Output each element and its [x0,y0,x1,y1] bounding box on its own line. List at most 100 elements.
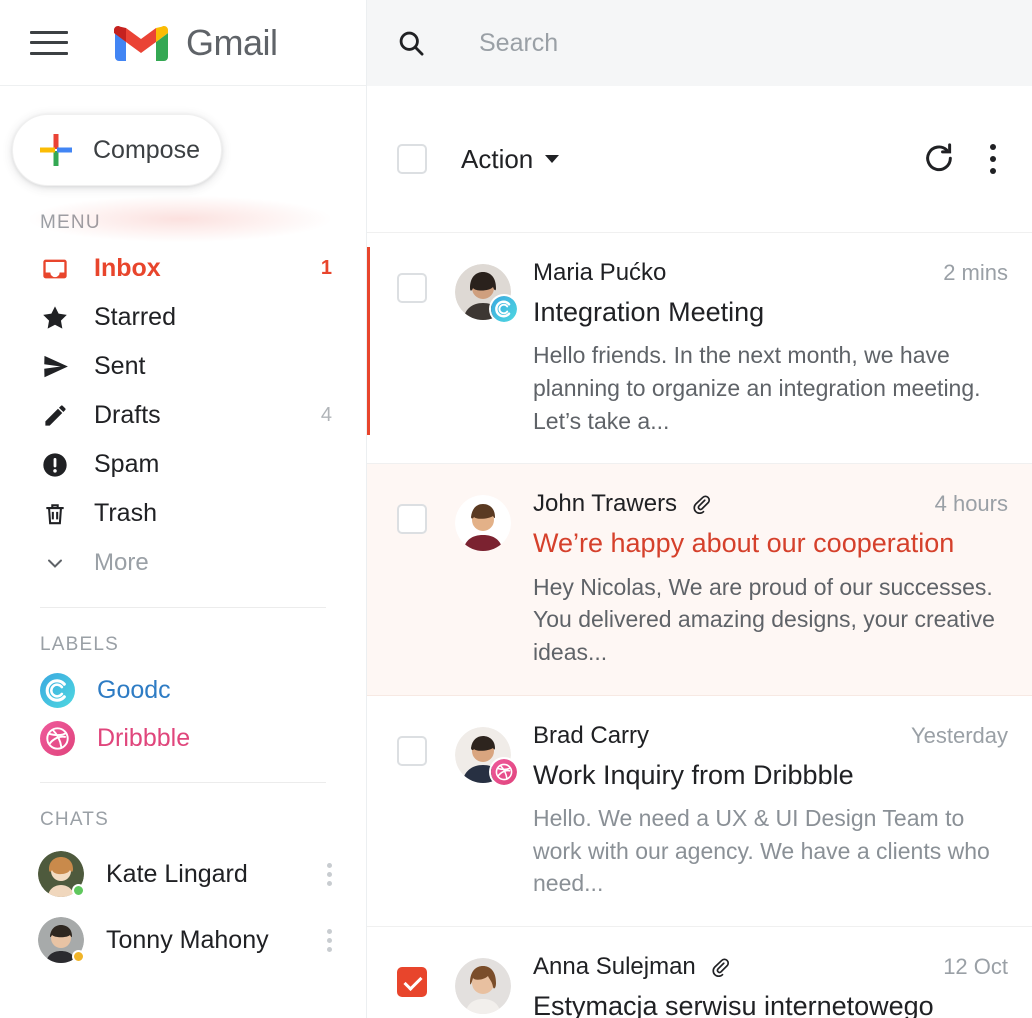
email-checkbox[interactable] [397,735,427,766]
action-dropdown[interactable]: Action [461,143,560,175]
brand-bar: Gmail [0,0,366,86]
sidebar-item-label: More [94,548,149,576]
sidebar-item-label: Inbox [94,254,161,282]
email-subject: Integration Meeting [533,297,765,327]
chat-name: Kate Lingard [106,859,248,888]
chevron-down-icon [40,548,70,578]
email-subject: Work Inquiry from Dribbble [533,759,854,790]
sidebar-divider-chats [40,782,326,783]
chat-name: Tonny Mahony [106,925,269,954]
table-row[interactable]: Maria Pućko 2 mins Integration Meeting H… [367,233,1032,465]
table-row[interactable]: John Trawers 4 hours We’re happy about o… [367,464,1032,696]
select-all-checkbox[interactable] [397,144,427,174]
dribbble-logo-icon [40,720,75,756]
email-time: 12 Oct [943,954,1008,980]
email-sender: Maria Pućko [533,259,667,286]
sidebar-item-label: Trash [94,499,157,527]
sidebar-item-count: 4 [320,404,332,426]
kebab-menu-icon[interactable] [326,928,332,952]
email-list: Maria Pućko 2 mins Integration Meeting H… [367,233,1032,1018]
table-row[interactable]: Brad Carry Yesterday Work Inquiry from D… [367,695,1032,928]
sidebar-item-inbox[interactable]: Inbox 1 [0,244,366,293]
plus-icon [40,134,72,166]
action-dropdown-label: Action [461,143,534,174]
attachment-icon [693,495,711,515]
brand-title: Gmail [186,21,278,63]
email-sender: Brad Carry [533,721,650,749]
attachment-icon [712,958,729,978]
email-body: Anna Sulejman 12 Oct Estymacja serwisu i… [533,953,1008,1018]
sidebar-divider-labels [40,607,326,608]
email-checkbox[interactable] [397,273,427,303]
more-vertical-icon[interactable] [978,144,1008,174]
sidebar-label-text: Goodc [97,675,171,704]
refresh-icon[interactable] [922,142,956,176]
avatar [38,851,85,897]
compose-label: Compose [93,135,200,164]
avatar [455,495,511,552]
goodc-badge-icon [489,294,519,324]
sidebar: Gmail Compose MENU Inbox 1 Starred Sent … [0,0,367,1018]
sidebar-item-trash[interactable]: Trash [0,489,366,538]
search-input[interactable] [479,28,924,58]
gmail-m-logo [114,25,168,61]
table-row[interactable]: Anna Sulejman 12 Oct Estymacja serwisu i… [367,927,1032,1018]
warning-icon [40,450,70,480]
email-checkbox[interactable] [397,504,427,535]
email-header: Anna Sulejman 12 Oct [533,953,1008,981]
sidebar-item-label: Drafts [94,401,161,429]
nav-list: Inbox 1 Starred Sent Drafts 4 Spam Trash… [0,244,366,587]
email-time: 2 mins [943,260,1008,285]
chat-item-kate[interactable]: Kate Lingard [0,841,366,907]
send-icon [40,352,70,382]
sidebar-item-label: Spam [94,450,160,478]
pencil-icon [40,401,70,431]
email-snippet: Hello friends. In the next month, we hav… [533,342,981,434]
email-header: John Trawers 4 hours [533,490,1008,518]
kebab-menu-icon[interactable] [326,862,332,886]
sidebar-item-drafts[interactable]: Drafts 4 [0,391,366,440]
avatar [455,958,511,1015]
search-icon[interactable] [397,29,425,57]
main-panel: Action [367,0,1032,1018]
email-body: John Trawers 4 hours We’re happy about o… [533,490,1008,668]
sidebar-item-count: 1 [320,257,332,279]
status-dot-online [72,884,85,897]
sidebar-item-starred[interactable]: Starred [0,293,366,342]
sidebar-item-more[interactable]: More [0,538,366,587]
sidebar-label-text: Dribbble [97,723,191,752]
compose-button[interactable]: Compose [12,114,222,186]
hamburger-menu-icon[interactable] [30,30,68,55]
sidebar-item-label: Sent [94,352,146,380]
email-subject: We’re happy about our cooperation [533,528,955,559]
trash-icon [40,499,70,529]
labels-heading: LABELS [40,634,120,655]
search-bar [367,0,1032,86]
dribbble-badge-icon [489,756,519,787]
chat-item-tonny[interactable]: Tonny Mahony [0,907,366,973]
status-dot-away [72,950,85,963]
email-time: 4 hours [934,491,1008,517]
gmail-app: Gmail Compose MENU Inbox 1 Starred Sent … [0,0,1032,1018]
avatar [455,264,519,324]
inbox-icon [40,254,70,284]
email-time: Yesterday [910,722,1008,748]
compose-area: Compose [0,86,366,186]
sidebar-label-dribbble[interactable]: Dribbble [0,714,366,762]
email-body: Brad Carry Yesterday Work Inquiry from D… [533,722,1008,900]
sidebar-item-spam[interactable]: Spam [0,440,366,489]
email-subject: Estymacja serwisu internetowego [533,991,934,1018]
sidebar-label-goodc[interactable]: Goodc [0,666,366,714]
email-snippet: Hello. We need a UX & UI Design Team to … [533,805,990,897]
email-body: Maria Pućko 2 mins Integration Meeting H… [533,259,1008,437]
sidebar-item-label: Starred [94,303,176,331]
email-checkbox[interactable] [397,967,427,998]
email-snippet: Hey Nicolas, We are proud of our success… [533,573,995,666]
star-icon [40,303,70,333]
email-header: Maria Pućko 2 mins [533,259,1008,287]
avatar [38,917,85,963]
goodc-logo-icon [40,672,75,708]
email-sender: Anna Sulejman [533,953,696,981]
email-sender: John Trawers [533,490,678,518]
sidebar-item-sent[interactable]: Sent [0,342,366,391]
